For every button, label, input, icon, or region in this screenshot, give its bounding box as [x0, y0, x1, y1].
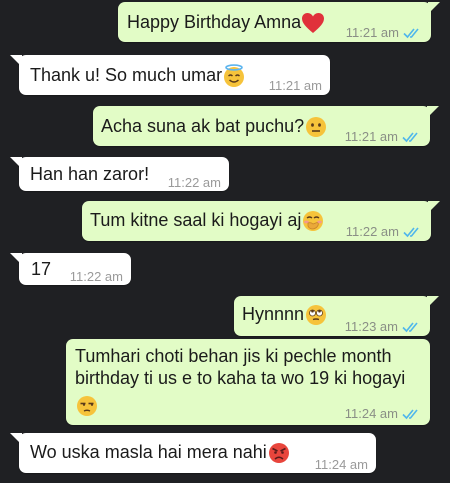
- red-heart-emoji-icon: [302, 13, 325, 34]
- message-time: 11:24 am: [344, 406, 398, 421]
- face-with-rolling-eyes-emoji-icon: [306, 305, 327, 326]
- message-bubble-outgoing[interactable]: Happy Birthday Amna 11:21 am: [118, 2, 440, 42]
- message-time: 11:24 am: [314, 457, 368, 472]
- message-time: 11:21 am: [344, 129, 398, 144]
- message-text: Tum kitne saal ki hogayi aj: [90, 210, 302, 230]
- neutral-face-emoji-icon: [306, 117, 327, 138]
- message-text: Acha suna ak bat puchu?: [101, 116, 305, 136]
- message-bubble-incoming[interactable]: 17 11:22 am: [10, 253, 131, 285]
- read-receipt-icon: [402, 322, 418, 333]
- smiling-face-with-halo-emoji-icon: [224, 64, 245, 88]
- message-bubble-incoming[interactable]: Thank u! So much umar 11:21 am: [10, 55, 330, 95]
- message-time: 11:22 am: [167, 175, 221, 190]
- message-bubble-outgoing[interactable]: Hynnnn 11:23 am: [234, 296, 439, 336]
- message-time: 11:21 am: [268, 78, 322, 93]
- read-receipt-icon: [402, 409, 418, 420]
- message-bubble-outgoing[interactable]: Tumhari choti behan jis ki pechle month …: [66, 339, 430, 425]
- message-text: Happy Birthday Amna: [127, 12, 302, 32]
- message-text: Tumhari choti behan jis ki pechle month …: [75, 346, 406, 388]
- message-time: 11:22 am: [345, 224, 399, 239]
- message-time: 11:22 am: [69, 269, 123, 284]
- message-bubble-outgoing[interactable]: Acha suna ak bat puchu? 11:21 am: [93, 106, 439, 146]
- message-text: Hynnnn: [242, 304, 305, 324]
- message-text: Han han zaror!: [30, 164, 150, 184]
- message-text: 17: [31, 259, 52, 279]
- message-text: Wo uska masla hai mera nahi: [30, 442, 267, 462]
- message-bubble-incoming[interactable]: Han han zaror! 11:22 am: [10, 157, 229, 191]
- read-receipt-icon: [403, 227, 419, 238]
- message-bubble-outgoing[interactable]: Tum kitne saal ki hogayi aj 11:22 am: [82, 201, 440, 241]
- angry-face-emoji-icon: [268, 443, 289, 464]
- message-time: 11:21 am: [345, 25, 399, 40]
- read-receipt-icon: [403, 28, 419, 39]
- read-receipt-icon: [402, 132, 418, 143]
- message-text: Thank u! So much umar: [30, 65, 223, 85]
- message-time: 11:23 am: [344, 319, 398, 334]
- unamused-face-emoji-icon: [77, 396, 97, 416]
- message-bubble-incoming[interactable]: Wo uska masla hai mera nahi 11:24 am: [10, 433, 376, 473]
- face-with-hand-over-mouth-emoji-icon: [303, 211, 324, 232]
